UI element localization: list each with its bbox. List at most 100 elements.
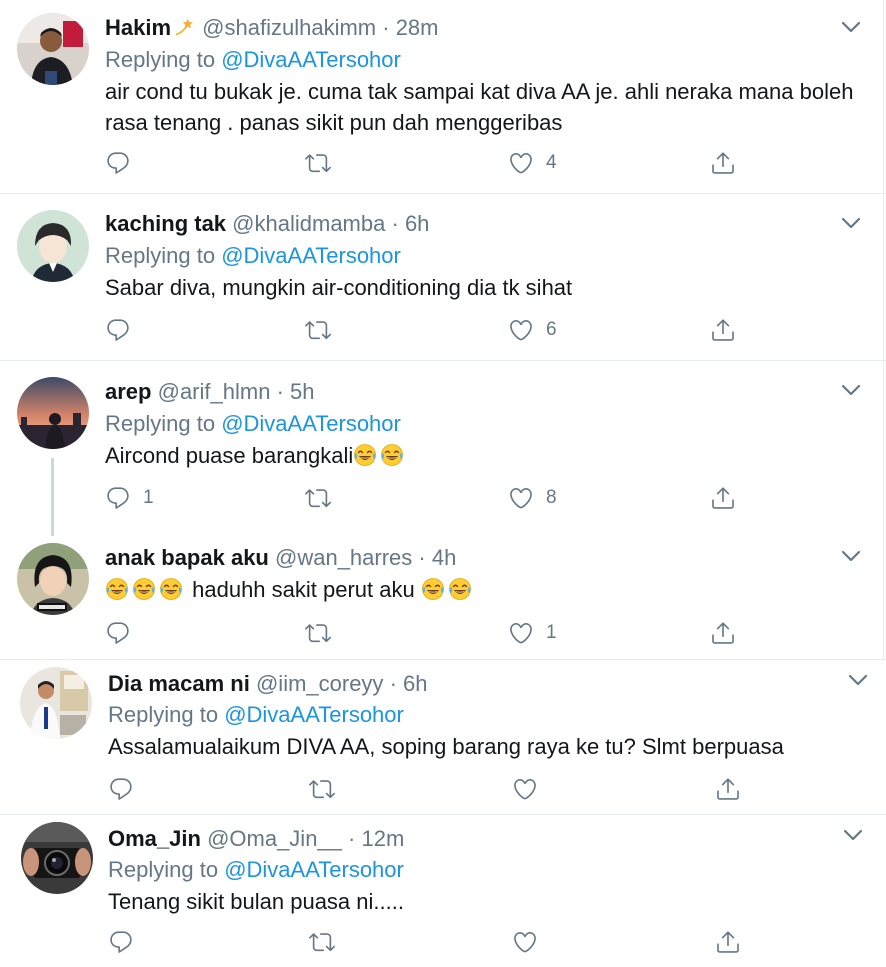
display-name[interactable]: Dia macam ni: [108, 671, 250, 696]
tweet-item[interactable]: Hakim @shafizulhakimm · 28m Replying to …: [0, 0, 886, 193]
like-button[interactable]: 8: [508, 485, 557, 511]
like-button[interactable]: 1: [508, 620, 557, 646]
chevron-down-icon[interactable]: [841, 216, 861, 230]
chevron-down-icon[interactable]: [841, 549, 861, 563]
mention-link[interactable]: @DivaAATersohor: [221, 411, 401, 436]
shooting-star-icon: [174, 16, 196, 38]
separator-dot: ·: [389, 671, 397, 696]
tweet-timestamp[interactable]: 28m: [396, 15, 439, 40]
avatar[interactable]: [17, 543, 89, 615]
like-button[interactable]: [512, 929, 550, 955]
share-button[interactable]: [715, 929, 741, 955]
share-icon: [710, 317, 736, 343]
retweet-button[interactable]: [305, 485, 343, 511]
like-button[interactable]: 4: [508, 150, 557, 176]
reply-icon: [105, 317, 131, 343]
avatar[interactable]: [21, 822, 93, 894]
heart-icon: [512, 776, 538, 802]
tweet-item[interactable]: Dia macam ni @iim_coreyy · 6h Replying t…: [0, 660, 886, 814]
retweet-button[interactable]: [309, 776, 347, 802]
heart-icon: [508, 150, 534, 176]
tweet-item[interactable]: kaching tak @khalidmamba · 6h Replying t…: [0, 194, 886, 360]
replying-to-line: Replying to @DivaAATersohor: [108, 857, 404, 883]
user-handle[interactable]: @khalidmamba: [232, 211, 385, 236]
retweet-icon: [305, 620, 331, 646]
heart-icon: [512, 929, 538, 955]
share-button[interactable]: [715, 776, 741, 802]
tweet-timestamp[interactable]: 5h: [290, 379, 314, 404]
mention-link[interactable]: @DivaAATersohor: [224, 857, 404, 882]
tweet-text-line: Assalamualaikum DIVA AA, soping barang r…: [108, 734, 784, 759]
separator-dot: ·: [391, 211, 399, 236]
like-button[interactable]: 6: [508, 317, 557, 343]
like-count: 6: [546, 319, 557, 340]
display-name[interactable]: kaching tak: [105, 211, 226, 236]
display-name[interactable]: arep: [105, 379, 151, 404]
user-handle[interactable]: @shafizulhakimm: [202, 15, 376, 40]
share-button[interactable]: [710, 620, 736, 646]
share-button[interactable]: [710, 485, 736, 511]
replying-to-label: Replying to: [105, 243, 216, 268]
retweet-icon: [309, 929, 335, 955]
avatar[interactable]: [17, 377, 89, 449]
avatar[interactable]: [17, 13, 89, 85]
user-handle[interactable]: @iim_coreyy: [256, 671, 383, 696]
replying-to-label: Replying to: [105, 411, 216, 436]
like-count: 4: [546, 152, 557, 173]
chevron-down-icon[interactable]: [841, 383, 861, 397]
display-name[interactable]: anak bapak aku: [105, 545, 269, 570]
tears-of-joy-emoji: [105, 577, 129, 601]
mention-link[interactable]: @DivaAATersohor: [224, 702, 404, 727]
tweet-text-line: Tenang sikit bulan puasa ni.....: [108, 889, 404, 914]
like-button[interactable]: [512, 776, 550, 802]
tweet-header: anak bapak aku @wan_harres · 4h: [105, 545, 456, 571]
retweet-button[interactable]: [305, 620, 343, 646]
replying-to-label: Replying to: [105, 47, 216, 72]
display-name[interactable]: Oma_Jin: [108, 826, 201, 851]
tweet-header: Hakim @shafizulhakimm · 28m: [105, 15, 438, 41]
reply-button[interactable]: [105, 150, 143, 176]
retweet-button[interactable]: [305, 150, 343, 176]
retweet-button[interactable]: [305, 317, 343, 343]
replying-to-label: Replying to: [108, 857, 219, 882]
tweet-actions: [108, 776, 748, 806]
reply-button[interactable]: [108, 776, 146, 802]
mention-link[interactable]: @DivaAATersohor: [221, 47, 401, 72]
chevron-down-icon[interactable]: [841, 20, 861, 34]
avatar[interactable]: [20, 667, 92, 739]
chevron-down-icon[interactable]: [848, 673, 868, 687]
like-count: 1: [546, 622, 557, 643]
tears-of-joy-emoji: [421, 577, 445, 601]
mention-link[interactable]: @DivaAATersohor: [221, 243, 401, 268]
tweet-timestamp[interactable]: 6h: [403, 671, 427, 696]
reply-icon: [105, 485, 131, 511]
display-name[interactable]: Hakim: [105, 15, 171, 40]
user-handle[interactable]: @arif_hlmn: [158, 379, 271, 404]
tweet-text-line: Aircond puase barangkali: [105, 443, 354, 468]
tears-of-joy-emoji: [132, 577, 156, 601]
reply-button[interactable]: [108, 929, 146, 955]
heart-icon: [508, 317, 534, 343]
reply-icon: [105, 150, 131, 176]
chevron-down-icon[interactable]: [843, 828, 863, 842]
tweet-header: Oma_Jin @Oma_Jin__ · 12m: [108, 826, 404, 852]
tweet-timestamp[interactable]: 6h: [405, 211, 429, 236]
tweet-timestamp[interactable]: 4h: [432, 545, 456, 570]
share-button[interactable]: [710, 150, 736, 176]
reply-button[interactable]: 1: [105, 485, 154, 511]
tweet-text: haduhh sakit perut aku: [105, 574, 475, 605]
tweet-item[interactable]: anak bapak aku @wan_harres · 4h haduhh s…: [0, 531, 886, 659]
share-button[interactable]: [710, 317, 736, 343]
user-handle[interactable]: @wan_harres: [275, 545, 412, 570]
tweet-item[interactable]: arep @arif_hlmn · 5h Replying to @DivaAA…: [0, 361, 886, 531]
retweet-button[interactable]: [309, 929, 347, 955]
avatar[interactable]: [17, 210, 89, 282]
reply-button[interactable]: [105, 620, 143, 646]
tweet-timestamp[interactable]: 12m: [361, 826, 404, 851]
replying-to-line: Replying to @DivaAATersohor: [105, 243, 401, 269]
heart-icon: [508, 485, 534, 511]
user-handle[interactable]: @Oma_Jin__: [207, 826, 342, 851]
tweet-item[interactable]: Oma_Jin @Oma_Jin__ · 12m Replying to @Di…: [0, 815, 886, 967]
reply-button[interactable]: [105, 317, 143, 343]
tweet-text-line: air cond tu bukak je. cuma tak sampai ka…: [105, 79, 854, 104]
